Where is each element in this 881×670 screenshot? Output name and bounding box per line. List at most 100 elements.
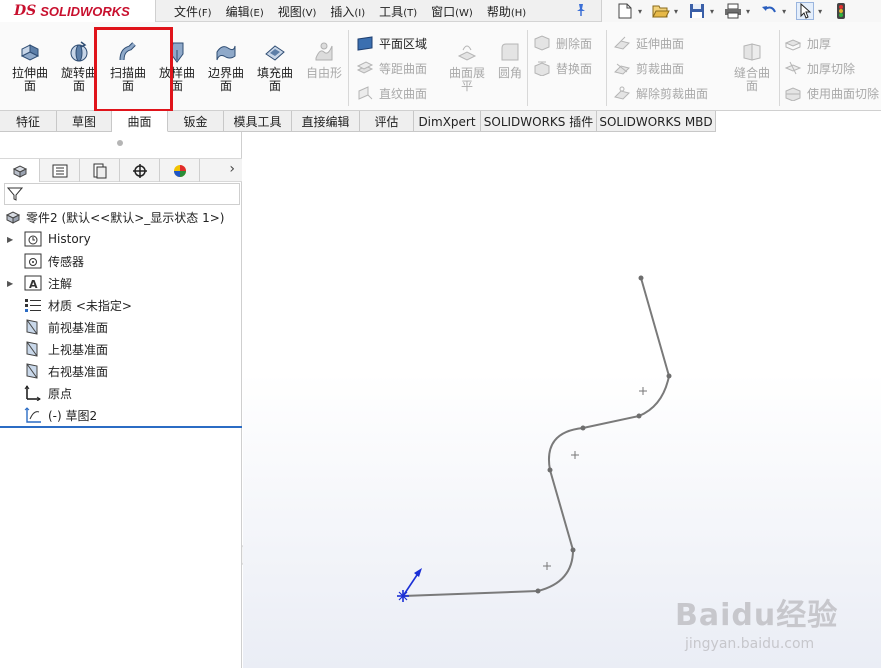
filter-icon: [7, 187, 23, 201]
chevron-right-icon[interactable]: ›: [229, 161, 235, 177]
expand-arrow-icon[interactable]: ▶: [7, 279, 13, 288]
ruled-surface-button[interactable]: 直纹曲面: [356, 84, 427, 102]
menu-insert[interactable]: 插入(I): [330, 3, 365, 20]
menu-view[interactable]: 视图(V): [278, 3, 317, 20]
menu-tools[interactable]: 工具(T): [379, 3, 417, 20]
delete-face-button[interactable]: 删除面: [533, 34, 592, 52]
pin-icon[interactable]: [574, 3, 588, 20]
undo-icon[interactable]: [760, 2, 778, 20]
tab-solidworks-mbd[interactable]: SOLIDWORKS MBD: [597, 111, 716, 132]
surface-flatten-icon: [457, 45, 477, 61]
ribbon-separator: [779, 30, 780, 106]
planar-surface-button[interactable]: 平面区域: [356, 34, 427, 52]
tab-features[interactable]: 特征: [0, 111, 57, 132]
tab-display-manager[interactable]: [160, 159, 200, 182]
menu-help[interactable]: 帮助(H): [487, 3, 526, 20]
sketch-point[interactable]: [580, 425, 586, 431]
plane-icon: [26, 363, 38, 379]
panel-tabs: [0, 158, 242, 182]
filled-surface-button[interactable]: 填充曲面: [251, 40, 299, 100]
thicken-button[interactable]: 加厚: [784, 34, 831, 52]
chevron-down-icon[interactable]: ▾: [674, 7, 678, 16]
offset-surface-button[interactable]: 等距曲面: [356, 59, 427, 77]
untrim-surface-button[interactable]: 解除剪裁曲面: [613, 84, 708, 102]
menu-edit[interactable]: 编辑(E): [226, 3, 264, 20]
origin-triad-icon: [397, 568, 422, 602]
replace-face-button[interactable]: 替换面: [533, 59, 592, 77]
tree-rollback-bar[interactable]: [0, 426, 242, 428]
sketch-point[interactable]: [535, 588, 541, 594]
filled-surface-icon: [265, 45, 285, 61]
panel-grip[interactable]: [117, 140, 123, 146]
freeform-button[interactable]: 自由形: [300, 40, 348, 100]
menu-window[interactable]: 窗口(W): [431, 3, 473, 20]
tree-root-part[interactable]: 零件2 (默认<<默认>_显示状态 1>): [0, 206, 242, 228]
save-icon[interactable]: [688, 2, 706, 20]
untrim-surface-icon: [614, 86, 630, 100]
chevron-down-icon[interactable]: ▾: [818, 7, 822, 16]
thicken-cut-button[interactable]: 加厚切除: [784, 59, 855, 77]
sketch-icon: [24, 407, 41, 423]
arc-center-mark: [543, 387, 647, 570]
tabs-filler: [716, 111, 881, 132]
tab-sheet-metal[interactable]: 钣金: [168, 111, 224, 132]
extend-surface-button[interactable]: 延伸曲面: [613, 34, 684, 52]
tree-item-top-plane[interactable]: 上视基准面: [0, 338, 242, 360]
tab-configuration-manager[interactable]: [80, 159, 120, 182]
tab-solidworks-addins[interactable]: SOLIDWORKS 插件: [481, 111, 597, 132]
sketch-point[interactable]: [636, 413, 642, 419]
chevron-down-icon[interactable]: ▾: [782, 7, 786, 16]
fillet-icon: [501, 43, 519, 61]
sketch-point[interactable]: [547, 467, 553, 473]
tree-item-annotations[interactable]: ▶ A 注解: [0, 272, 242, 294]
tab-dimxpert[interactable]: DimXpert: [414, 111, 481, 132]
surface-flatten-button[interactable]: 曲面展平: [443, 40, 491, 100]
trim-surface-button[interactable]: 剪裁曲面: [613, 59, 684, 77]
tab-dimxpert-manager[interactable]: [120, 159, 160, 182]
tree-item-material[interactable]: 材质 <未指定>: [0, 294, 242, 316]
tree-item-right-plane[interactable]: 右视基准面: [0, 360, 242, 382]
ribbon-separator: [348, 30, 349, 106]
tree-item-sensors[interactable]: 传感器: [0, 250, 242, 272]
knit-surface-button[interactable]: 缝合曲面: [728, 40, 776, 100]
tree-item-origin[interactable]: 原点: [0, 382, 242, 404]
tree-item-front-plane[interactable]: 前视基准面: [0, 316, 242, 338]
tab-direct-editing[interactable]: 直接编辑: [292, 111, 360, 132]
tree-item-history[interactable]: ▶ History: [0, 228, 242, 250]
chevron-down-icon[interactable]: ▾: [710, 7, 714, 16]
new-document-icon[interactable]: [616, 2, 634, 20]
expand-arrow-icon[interactable]: ▶: [7, 235, 13, 244]
sketch-point[interactable]: [570, 547, 576, 553]
extend-surface-icon: [614, 36, 630, 50]
knit-surface-icon: [743, 43, 761, 61]
extruded-surface-button[interactable]: 拉伸曲面: [6, 40, 54, 100]
ds-logo-mark: DS: [14, 3, 37, 19]
print-icon[interactable]: [724, 2, 742, 20]
traffic-light-icon[interactable]: [832, 2, 850, 20]
ribbon-separator: [527, 30, 528, 106]
tab-sketch[interactable]: 草图: [57, 111, 112, 132]
part-icon: [5, 211, 21, 224]
brand-name: SOLIDWORKS: [40, 3, 130, 19]
boundary-surface-button[interactable]: 边界曲面: [202, 40, 250, 100]
sketch-point[interactable]: [666, 373, 672, 379]
sketch-point[interactable]: [638, 275, 644, 281]
chevron-down-icon[interactable]: ▾: [746, 7, 750, 16]
tab-mold-tools[interactable]: 模具工具: [224, 111, 292, 132]
tab-feature-manager[interactable]: [0, 159, 40, 182]
feature-tree-filter[interactable]: [4, 183, 240, 205]
select-cursor-icon[interactable]: [796, 2, 815, 20]
solidworks-logo[interactable]: DS SOLIDWORKS: [0, 0, 156, 22]
quick-access-toolbar: ▾ ▾ ▾ ▾ ▾ ▾: [601, 0, 881, 22]
tree-item-sketch2[interactable]: (-) 草图2: [0, 404, 242, 426]
chevron-down-icon[interactable]: ▾: [638, 7, 642, 16]
tab-evaluate[interactable]: 评估: [360, 111, 414, 132]
tab-property-manager[interactable]: [40, 159, 80, 182]
sketch-path[interactable]: [402, 277, 671, 597]
cut-with-surface-button[interactable]: 使用曲面切除: [784, 84, 879, 102]
open-folder-icon[interactable]: [652, 2, 670, 20]
crosshair-icon: [132, 163, 147, 178]
menu-file[interactable]: 文件(F): [174, 3, 212, 20]
tab-surfaces[interactable]: 曲面: [112, 111, 168, 132]
graphics-viewport[interactable]: Baidu经验 jingyan.baidu.com: [243, 132, 881, 668]
